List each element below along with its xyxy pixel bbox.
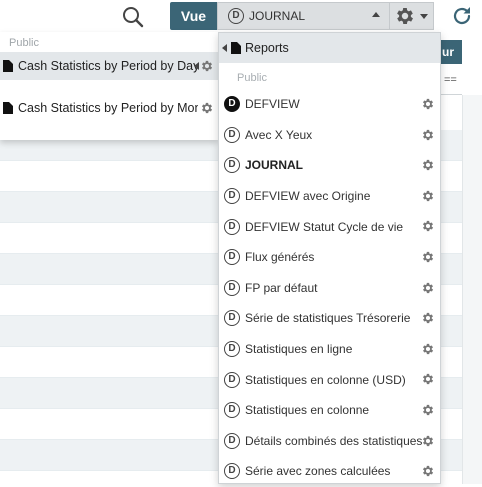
view-item[interactable]: D DEFVIEW avec Origine <box>219 181 440 212</box>
view-item-label: DEFVIEW avec Origine <box>245 189 371 204</box>
vue-button[interactable]: Vue <box>170 2 217 30</box>
document-icon <box>231 42 241 54</box>
view-type-d-icon: D <box>224 279 240 296</box>
view-item[interactable]: D JOURNAL <box>219 150 440 181</box>
gear-icon[interactable] <box>421 97 435 111</box>
view-list: D DEFVIEW D Avec X Yeux D JOURNAL D DEFVIEW ave… <box>219 89 440 487</box>
search-button[interactable] <box>119 5 147 29</box>
reports-folder-label: Reports <box>245 41 289 55</box>
refresh-button[interactable] <box>448 3 476 29</box>
view-type-d-icon: D <box>228 8 244 24</box>
gear-icon[interactable] <box>421 311 435 325</box>
chevron-left-icon <box>222 44 227 52</box>
view-type-d-icon: D <box>224 463 240 480</box>
report-item-cash-by-day[interactable]: Cash Statistics by Period by Day <box>0 52 218 80</box>
view-type-d-icon: D <box>224 249 240 266</box>
view-dropdown-menu: Reports Public D DEFVIEW D Avec X Yeux D JOUR… <box>218 32 441 484</box>
view-type-d-icon: D <box>224 188 240 205</box>
report-item-label: Cash Statistics by Period by Month <box>18 101 198 115</box>
view-item[interactable]: D Avec X Yeux <box>219 120 440 151</box>
view-type-d-icon: D <box>224 157 240 174</box>
view-item-label: Statistiques en ligne <box>245 342 353 357</box>
view-item[interactable]: D Flux générés <box>219 242 440 273</box>
document-icon <box>3 102 13 114</box>
gear-icon[interactable] <box>421 403 435 417</box>
gear-icon[interactable] <box>421 281 435 295</box>
chevron-down-icon <box>420 13 428 19</box>
view-item[interactable]: D Série de statistiques Trésorerie <box>219 303 440 334</box>
view-item[interactable]: D Statistiques en colonne <box>219 395 440 426</box>
view-type-d-icon: D <box>224 96 240 113</box>
report-item-label: Cash Statistics by Period by Day <box>18 59 198 73</box>
current-view-label: JOURNAL <box>249 9 306 23</box>
gear-icon[interactable] <box>421 128 435 142</box>
column-header[interactable]: ur <box>441 40 462 64</box>
view-item-label: Série de statistiques Trésorerie <box>245 311 411 326</box>
background-scroll-area <box>462 95 482 484</box>
view-selector[interactable]: D JOURNAL <box>217 2 390 30</box>
view-type-d-icon: D <box>224 126 240 143</box>
view-type-d-icon: D <box>224 341 240 358</box>
view-type-d-icon: D <box>224 310 240 327</box>
view-item-label: Série avec zones calculées <box>245 464 391 479</box>
section-label-public: Public <box>237 72 267 84</box>
view-item-label: FP par défaut <box>245 280 318 295</box>
gear-icon[interactable] <box>421 219 435 233</box>
view-type-d-icon: D <box>224 432 240 449</box>
view-item-label: DEFVIEW Statut Cycle de vie <box>245 219 404 234</box>
gear-icon[interactable] <box>421 342 435 356</box>
view-type-d-icon: D <box>224 371 240 388</box>
view-type-d-icon: D <box>224 402 240 419</box>
column-filter[interactable]: == <box>441 64 462 95</box>
view-item[interactable]: D Série avec zones calculées <box>219 456 440 487</box>
view-item[interactable]: D DEFVIEW Statut Cycle de vie <box>219 211 440 242</box>
gear-icon[interactable] <box>421 372 435 386</box>
view-item-label: Avec X Yeux <box>245 127 313 142</box>
chevron-left-icon <box>194 62 199 70</box>
gear-icon[interactable] <box>200 59 214 73</box>
view-item-label: Statistiques en colonne <box>245 403 370 418</box>
view-item-label: DEFVIEW <box>245 97 300 112</box>
gear-icon[interactable] <box>421 158 435 172</box>
gear-icon[interactable] <box>421 189 435 203</box>
gear-icon <box>397 8 413 24</box>
view-type-d-icon: D <box>224 218 240 235</box>
view-item[interactable]: D Statistiques en ligne <box>219 334 440 365</box>
view-item-label: Statistiques en colonne (USD) <box>245 372 406 387</box>
view-item[interactable]: D DEFVIEW <box>219 89 440 120</box>
chevron-up-icon <box>372 12 380 17</box>
document-icon <box>3 60 13 72</box>
view-item-label: Flux générés <box>245 250 315 265</box>
gear-icon[interactable] <box>421 434 435 448</box>
view-item[interactable]: D Statistiques en colonne (USD) <box>219 364 440 395</box>
view-item-label: Détails combinés des statistiques <box>245 433 423 448</box>
refresh-icon <box>453 7 471 25</box>
view-item-label: JOURNAL <box>245 158 304 173</box>
view-item[interactable]: D Détails combinés des statistiques <box>219 426 440 457</box>
reports-folder-header[interactable]: Reports <box>219 33 440 63</box>
view-settings-button[interactable] <box>390 2 434 30</box>
report-item-cash-by-month[interactable]: Cash Statistics by Period by Month <box>0 94 218 122</box>
view-item[interactable]: D FP par défaut <box>219 273 440 304</box>
search-icon <box>123 7 144 28</box>
section-label-public: Public <box>9 37 39 49</box>
gear-icon[interactable] <box>421 464 435 478</box>
gear-icon[interactable] <box>200 101 214 115</box>
gear-icon[interactable] <box>421 250 435 264</box>
sub-reports-panel: Public Cash Statistics by Period by Day … <box>0 32 218 140</box>
